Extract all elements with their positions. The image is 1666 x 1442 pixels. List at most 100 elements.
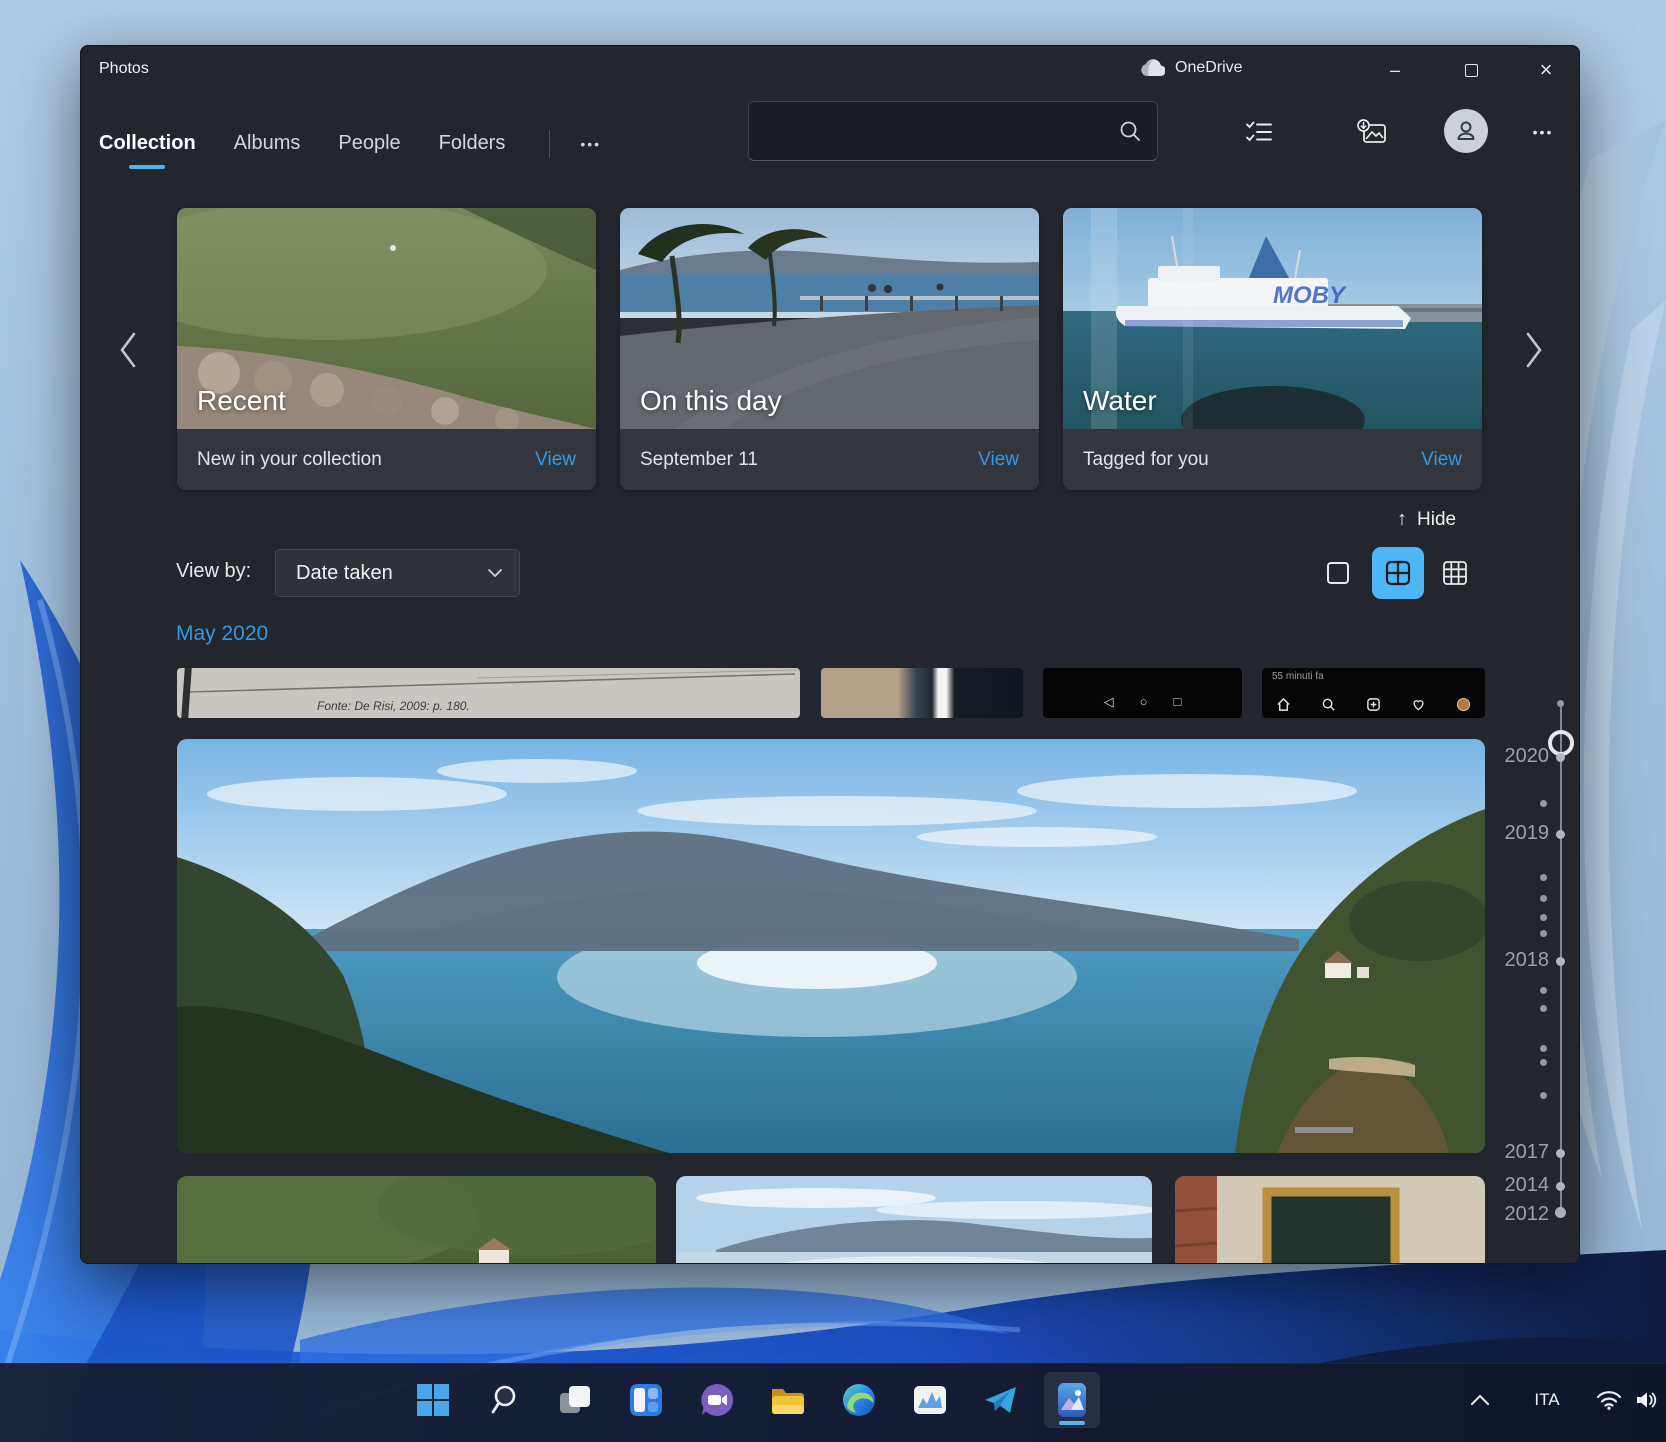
volume-icon — [1635, 1390, 1659, 1410]
edge-icon — [841, 1382, 877, 1418]
file-explorer-button[interactable] — [760, 1372, 816, 1428]
task-view-button[interactable] — [547, 1372, 603, 1428]
hide-label: Hide — [1417, 509, 1456, 531]
timeline-end-tick — [1555, 1207, 1566, 1218]
chat-button[interactable] — [689, 1372, 745, 1428]
grid-3x3-icon — [1442, 560, 1468, 586]
maximize-button[interactable] — [1448, 50, 1494, 90]
water-card-caption: Tagged for you View — [1063, 429, 1482, 490]
home-icon — [1276, 697, 1291, 712]
minimize-icon: – — [1390, 60, 1400, 81]
monitor-app-button[interactable] — [902, 1372, 958, 1428]
zoom-level-small-button[interactable] — [1430, 549, 1480, 597]
photo-interior-framed-picture[interactable] — [1175, 1176, 1485, 1264]
telegram-button[interactable] — [973, 1372, 1029, 1428]
view-by-dropdown[interactable]: Date taken — [275, 549, 520, 597]
photos-app-window: Photos OneDrive – × Collection Albums — [80, 45, 1580, 1264]
tab-albums[interactable]: Albums — [234, 128, 301, 159]
photo-bay-panorama-pale[interactable] — [676, 1176, 1152, 1264]
photo-coastal-hillside[interactable] — [177, 1176, 656, 1264]
timeline-month-dot — [1540, 1045, 1547, 1052]
language-indicator[interactable]: ITA — [1524, 1372, 1570, 1428]
onedrive-label: OneDrive — [1175, 59, 1243, 77]
timeline-month-dot — [1540, 930, 1547, 937]
close-icon: × — [1540, 57, 1553, 83]
volume-status-button[interactable] — [1628, 1372, 1666, 1428]
recent-card-caption: New in your collection View — [177, 429, 596, 490]
timeline-year-2019[interactable]: 2019 — [1461, 822, 1549, 845]
water-card[interactable]: MOBY Water Tagged for you View — [1063, 208, 1482, 490]
hide-carousel-button[interactable]: ↑ Hide — [1397, 508, 1456, 531]
tab-people-label: People — [338, 132, 400, 154]
photo-thumbnail-android-screenshot[interactable]: ◁ ○ □ — [1043, 668, 1242, 718]
zoom-level-large-button[interactable] — [1313, 549, 1363, 597]
android-home-icon: ○ — [1140, 694, 1148, 710]
on-this-day-card-caption: September 11 View — [620, 429, 1039, 490]
select-items-button[interactable] — [1233, 108, 1285, 156]
maximize-icon — [1465, 64, 1478, 77]
timeline-year-2017[interactable]: 2017 — [1461, 1141, 1549, 1164]
close-button[interactable]: × — [1523, 50, 1569, 90]
tab-people[interactable]: People — [338, 128, 400, 159]
account-person-icon — [1453, 118, 1479, 144]
nav-overflow-button[interactable]: ••• — [572, 130, 609, 158]
account-button[interactable] — [1444, 109, 1488, 153]
photo-thumbnail-instagram-screenshot[interactable]: 55 minuti fa — [1262, 668, 1485, 718]
carousel-next-button[interactable] — [1513, 324, 1555, 376]
android-recents-icon: □ — [1174, 694, 1182, 710]
on-this-day-card-image: On this day — [620, 208, 1039, 429]
tab-folders-label: Folders — [439, 132, 506, 154]
photos-app-button-active[interactable] — [1044, 1372, 1100, 1428]
recent-card-title: Recent — [197, 385, 286, 417]
app-title: Photos — [99, 60, 149, 78]
photo-thumbnail[interactable] — [821, 668, 1023, 718]
on-this-day-card-title: On this day — [640, 385, 782, 417]
tray-show-hidden-icons-button[interactable] — [1462, 1372, 1498, 1428]
timeline-year-2020[interactable]: 2020 — [1461, 745, 1549, 768]
month-group-header[interactable]: May 2020 — [176, 622, 268, 646]
start-button[interactable] — [405, 1372, 461, 1428]
wifi-status-button[interactable] — [1592, 1372, 1626, 1428]
on-this-day-view-link[interactable]: View — [978, 449, 1019, 471]
minimize-button[interactable]: – — [1372, 50, 1418, 90]
timeline-year-2018[interactable]: 2018 — [1461, 949, 1549, 972]
widgets-icon — [629, 1383, 663, 1417]
search-input[interactable] — [749, 121, 1119, 142]
photo-thumbnail-scan[interactable]: Fonte: De Risi, 2009: p. 180. — [177, 668, 800, 718]
timeline-year-tick — [1556, 1149, 1565, 1158]
chevron-left-icon — [117, 330, 139, 370]
top-navigation: Collection Albums People Folders ••• — [99, 128, 609, 159]
see-more-button[interactable]: ••• — [1517, 108, 1569, 156]
photo-large-bay-panorama[interactable] — [177, 739, 1485, 1153]
taskbar: ITA — [0, 1363, 1666, 1442]
widgets-button[interactable] — [618, 1372, 674, 1428]
tab-collection[interactable]: Collection — [99, 128, 196, 159]
water-view-link[interactable]: View — [1421, 449, 1462, 471]
onedrive-cloud-icon — [1137, 58, 1165, 77]
zoom-level-medium-button-selected[interactable] — [1372, 547, 1424, 599]
tab-albums-label: Albums — [234, 132, 301, 154]
edge-browser-button[interactable] — [831, 1372, 887, 1428]
chevron-right-icon — [1523, 330, 1545, 370]
windows-start-icon — [416, 1383, 450, 1417]
import-photos-icon — [1357, 119, 1387, 145]
import-button[interactable] — [1346, 108, 1398, 156]
recent-card[interactable]: Recent New in your collection View — [177, 208, 596, 490]
tab-folders[interactable]: Folders — [439, 128, 506, 159]
on-this-day-card[interactable]: On this day September 11 View — [620, 208, 1039, 490]
recent-view-link[interactable]: View — [535, 449, 576, 471]
view-by-label: View by: — [176, 560, 251, 583]
timeline-month-dot — [1540, 1005, 1547, 1012]
instagram-nav-bar — [1276, 697, 1471, 712]
timeline-year-tick — [1556, 830, 1565, 839]
onedrive-status[interactable]: OneDrive — [1137, 58, 1243, 77]
water-card-subtitle: Tagged for you — [1083, 449, 1209, 471]
heart-icon — [1411, 697, 1426, 712]
search-icon[interactable] — [1119, 120, 1141, 142]
active-app-indicator — [1059, 1421, 1085, 1425]
grid-2x2-icon — [1385, 560, 1411, 586]
carousel-previous-button[interactable] — [107, 324, 149, 376]
taskbar-search-button[interactable] — [476, 1372, 532, 1428]
taskbar-search-icon — [489, 1384, 519, 1416]
view-by-selected-value: Date taken — [296, 562, 393, 585]
